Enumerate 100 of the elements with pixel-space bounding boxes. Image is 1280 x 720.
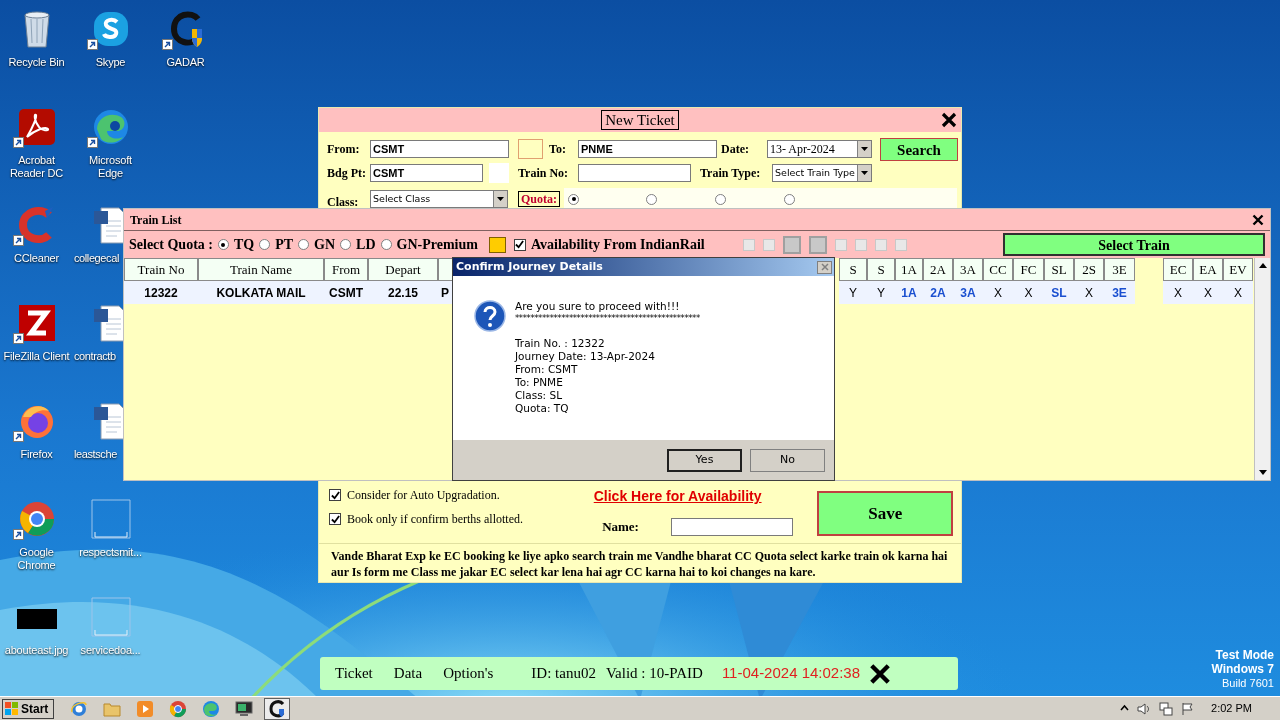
quota-option[interactable]: GN-Premium <box>396 234 478 255</box>
menu-item[interactable]: Data <box>393 662 423 685</box>
icon-label[interactable]: leastsche <box>74 448 117 461</box>
icon-label[interactable]: GADAR <box>166 56 205 69</box>
close-icon[interactable] <box>869 662 892 685</box>
monitor-icon[interactable] <box>235 699 253 718</box>
quota-option[interactable]: PT <box>275 234 294 255</box>
flag-icon[interactable] <box>1181 701 1196 716</box>
select-train-button[interactable]: Select Train <box>1003 233 1265 256</box>
system-notice: Build 7601 <box>1222 676 1274 690</box>
save-button[interactable]: Save <box>817 491 953 536</box>
close-icon[interactable] <box>941 112 957 128</box>
shortcut-arrow-icon <box>12 235 24 246</box>
icon-label[interactable]: Google Chrome <box>1 546 72 572</box>
from-field[interactable]: CSMT <box>370 140 509 158</box>
radio-button[interactable] <box>380 239 392 250</box>
icon-label[interactable]: Acrobat Reader DC <box>1 154 72 180</box>
quota-option[interactable]: GN <box>314 234 336 255</box>
train-type-dropdown[interactable]: Select Train Type <box>772 164 872 182</box>
chevron-up-icon[interactable] <box>1120 704 1130 713</box>
boarding-field[interactable]: CSMT <box>370 164 483 182</box>
icon-label[interactable]: contractb <box>74 350 116 363</box>
name-field[interactable] <box>671 517 794 536</box>
shortcut-arrow-icon <box>12 431 24 442</box>
icon-label[interactable]: Skype <box>95 56 126 69</box>
availability-label: Availability From IndianRail <box>530 236 705 254</box>
dropdown-arrow-icon[interactable] <box>497 197 504 201</box>
table-cell: 3A <box>953 281 983 304</box>
timestamp: 11-04-2024 14:02:38 <box>721 663 861 684</box>
to-field[interactable]: PNME <box>578 140 717 158</box>
icon-label[interactable]: Microsoft Edge <box>75 154 146 180</box>
column-header: 2A <box>923 258 953 281</box>
dropdown-arrow-icon[interactable] <box>861 171 868 175</box>
shortcut-arrow-icon <box>86 137 98 148</box>
column-header: S <box>867 258 895 281</box>
radio-button[interactable] <box>298 239 310 250</box>
indicator-box <box>834 238 847 251</box>
column-header: CC <box>983 258 1013 281</box>
message-line: To: PNME <box>515 376 564 389</box>
radio-button[interactable] <box>259 239 271 250</box>
dropdown-arrow-icon[interactable] <box>861 147 868 151</box>
date-picker[interactable]: 13- Apr-2024 <box>767 140 872 158</box>
quota-option[interactable]: TQ <box>234 234 255 255</box>
app-icon[interactable] <box>268 699 286 718</box>
train-number-field[interactable] <box>578 164 691 182</box>
shortcut-arrow-icon <box>12 529 24 540</box>
quota-option[interactable]: LD <box>356 234 376 255</box>
radio-button[interactable] <box>568 193 579 205</box>
radio-button[interactable] <box>218 239 229 250</box>
blank-box <box>489 163 509 183</box>
class-dropdown[interactable]: Select Class <box>370 190 508 208</box>
icon-label[interactable]: FileZilla Client <box>3 350 70 363</box>
checkbox[interactable] <box>329 489 341 501</box>
icon-label[interactable]: Recycle Bin <box>8 56 65 69</box>
clock[interactable]: 2:02 PM <box>1211 700 1252 717</box>
column-header: Train No <box>124 258 198 281</box>
indicator-box <box>874 238 887 251</box>
dialog-button[interactable]: Yes <box>667 448 742 472</box>
availability-link[interactable]: Click Here for Availability <box>593 486 762 507</box>
shortcut-arrow-icon <box>12 137 24 148</box>
table-cell: P <box>438 281 452 304</box>
field-label: Train No: <box>518 165 570 182</box>
shortcut-arrow-icon <box>12 333 24 344</box>
message-separator: ************************************************ <box>515 313 700 323</box>
speaker-icon[interactable] <box>1137 701 1152 716</box>
icon-label[interactable]: Firefox <box>20 448 53 461</box>
radio-button[interactable] <box>646 193 657 205</box>
search-button[interactable]: Search <box>880 137 958 161</box>
blank-file-icon <box>90 597 131 637</box>
table-cell: Y <box>867 281 895 304</box>
name-label: Name: <box>602 518 640 536</box>
menu-item[interactable]: Option's <box>443 662 494 685</box>
radio-button[interactable] <box>715 193 726 205</box>
network-icon[interactable] <box>1159 701 1174 716</box>
column-header: FC <box>1013 258 1044 281</box>
menu-item[interactable]: Ticket <box>335 662 373 685</box>
column-header: EC <box>1163 258 1193 281</box>
icon-label[interactable]: collegecal <box>74 252 119 265</box>
close-icon[interactable] <box>1252 213 1264 226</box>
radio-button[interactable] <box>784 193 795 205</box>
close-button[interactable] <box>817 260 832 274</box>
column-header: Train Name <box>198 258 324 281</box>
message-line: Train No. : 12322 <box>515 337 606 350</box>
field-label: From: <box>327 141 361 158</box>
indicator-box <box>808 235 827 254</box>
checkbox[interactable] <box>513 238 526 251</box>
start-button[interactable]: Start <box>2 698 54 719</box>
shortcut-arrow-icon <box>86 39 98 50</box>
browser-icon[interactable] <box>169 699 187 718</box>
scrollbar[interactable] <box>1254 258 1270 480</box>
validity-text: Valid : 10-PAID <box>605 664 703 684</box>
indicator-box <box>782 235 801 254</box>
checkbox[interactable] <box>329 513 341 525</box>
radio-button[interactable] <box>340 239 352 250</box>
icon-label[interactable]: CCleaner <box>14 252 59 265</box>
dialog-button[interactable]: No <box>750 448 825 472</box>
browser-icon[interactable] <box>70 699 88 718</box>
user-id: ID: tanu02 <box>531 664 596 684</box>
field-label: Bdg Pt: <box>327 165 367 182</box>
field-label: To: <box>549 141 567 158</box>
